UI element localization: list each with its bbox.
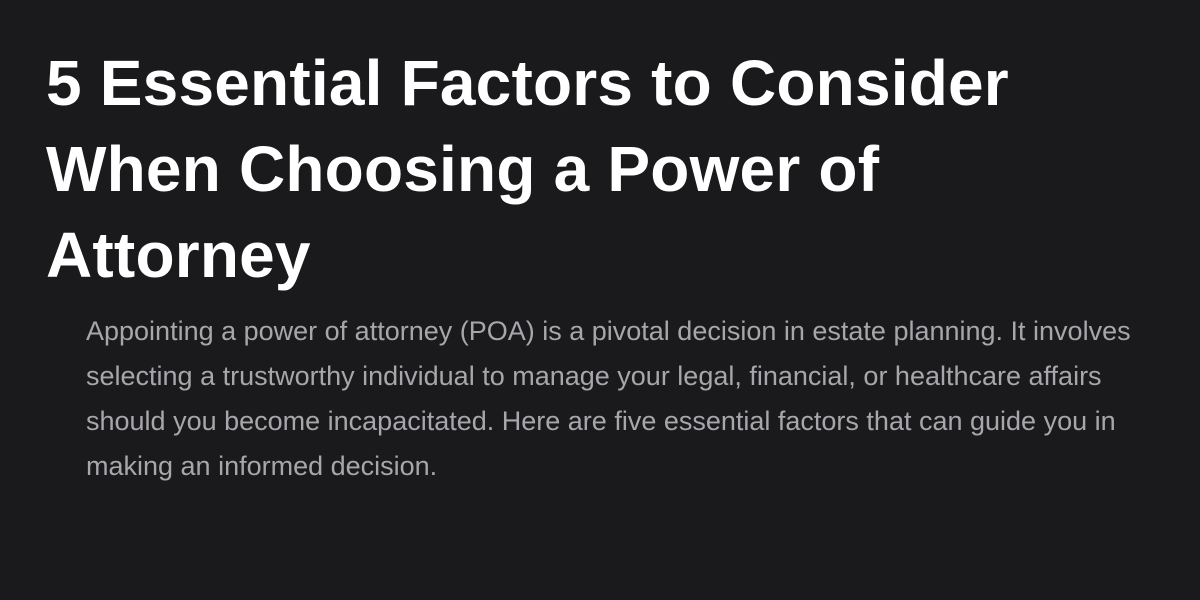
article-title: 5 Essential Factors to Consider When Cho… <box>46 47 1009 291</box>
article-page: 5 Essential Factors to Consider When Cho… <box>0 0 1200 600</box>
article-intro-paragraph: Appointing a power of attorney (POA) is … <box>86 316 1131 481</box>
